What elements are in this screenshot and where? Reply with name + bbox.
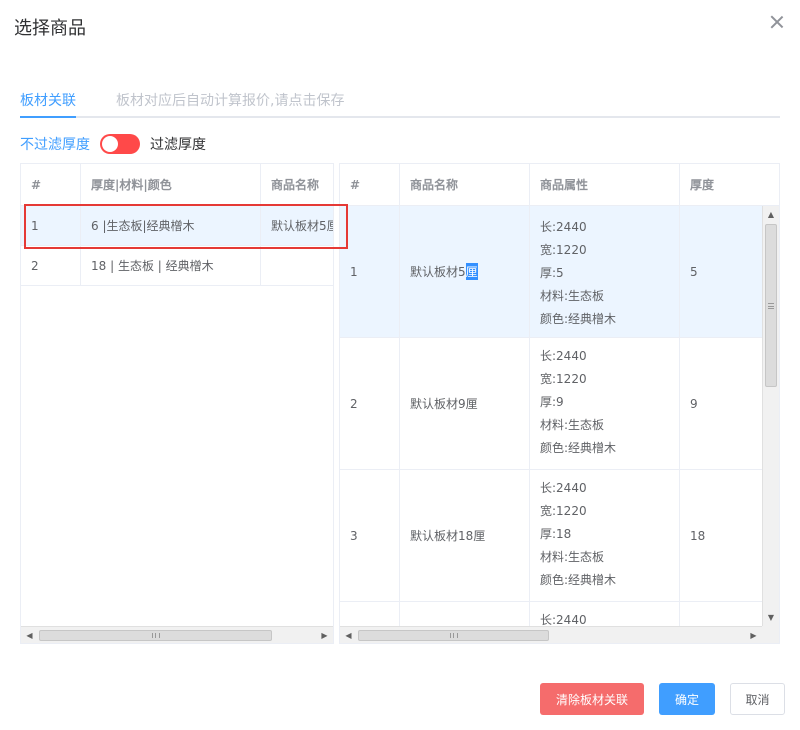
row-product-name xyxy=(261,246,333,285)
active-tab-indicator xyxy=(20,116,76,118)
attr-material: 材料:生态板 xyxy=(540,289,605,303)
text-selection: 厘 xyxy=(465,263,478,280)
header-product-name: 商品名称 xyxy=(261,164,333,205)
attr-thickness: 厚:9 xyxy=(540,395,564,409)
close-icon[interactable] xyxy=(770,15,784,29)
header-spec: 厚度|材料|颜色 xyxy=(81,164,261,205)
scroll-right-icon[interactable]: ▶ xyxy=(316,627,333,643)
row-thickness: 5 xyxy=(680,206,764,337)
scroll-left-icon[interactable]: ◀ xyxy=(21,627,38,643)
row-product-name: 默认板材5厘 xyxy=(261,206,333,245)
row-thickness: 18 xyxy=(680,470,764,601)
row-index: 1 xyxy=(340,206,400,337)
row-product-name: 默认板材18厘 xyxy=(400,470,530,601)
tab-bar: 板材关联 板材对应后自动计算报价,请点击保存 xyxy=(20,88,780,118)
scroll-thumb[interactable] xyxy=(765,224,777,387)
filter-thickness-switch[interactable] xyxy=(100,134,140,154)
header-product-name: 商品名称 xyxy=(400,164,530,205)
tab-board-link[interactable]: 板材关联 xyxy=(20,90,76,110)
table-row[interactable]: 2 默认板材9厘 长:2440 宽:1220 厚:9 材料:生态板 颜色:经典橧… xyxy=(340,338,764,470)
scroll-left-icon[interactable]: ◀ xyxy=(340,627,357,643)
product-table: # 商品名称 商品属性 厚度 1 默认板材5 厘 长:2440 宽:1220 厚:… xyxy=(339,163,780,644)
scroll-thumb[interactable] xyxy=(39,630,272,641)
attr-thickness: 厚:5 xyxy=(540,266,564,280)
horizontal-scrollbar[interactable]: ◀ ▶ xyxy=(340,626,762,643)
attr-width: 宽:1220 xyxy=(540,504,587,518)
attr-length: 长:2440 xyxy=(540,349,587,363)
header-index: # xyxy=(21,164,81,205)
clear-board-link-button[interactable]: 清除板材关联 xyxy=(540,683,644,715)
row-index: 3 xyxy=(340,470,400,601)
header-index: # xyxy=(340,164,400,205)
no-filter-label[interactable]: 不过滤厚度 xyxy=(20,134,90,154)
attr-thickness: 厚:18 xyxy=(540,527,572,541)
row-attributes: 长:2440 宽:1220 厚:5 材料:生态板 颜色:经典橧木 xyxy=(530,206,680,337)
thickness-filter: 不过滤厚度 过滤厚度 xyxy=(20,134,206,154)
cancel-button[interactable]: 取消 xyxy=(730,683,785,715)
attr-color: 颜色:经典橧木 xyxy=(540,312,617,326)
table-header: # 厚度|材料|颜色 商品名称 xyxy=(21,164,333,206)
attr-material: 材料:生态板 xyxy=(540,418,605,432)
select-product-dialog: 选择商品 板材关联 板材对应后自动计算报价,请点击保存 不过滤厚度 过滤厚度 #… xyxy=(0,0,800,730)
filter-label[interactable]: 过滤厚度 xyxy=(150,134,206,154)
row-attributes: 长:2440 宽:1220 厚:9 材料:生态板 颜色:经典橧木 xyxy=(530,338,680,469)
confirm-button[interactable]: 确定 xyxy=(659,683,715,715)
row-product-name: 默认板材9厘 xyxy=(400,338,530,469)
scroll-right-icon[interactable]: ▶ xyxy=(745,627,762,643)
tab-auto-quote-hint[interactable]: 板材对应后自动计算报价,请点击保存 xyxy=(116,90,344,110)
attr-width: 宽:1220 xyxy=(540,243,587,257)
scroll-down-icon[interactable]: ▼ xyxy=(763,609,779,626)
row-index: 2 xyxy=(340,338,400,469)
product-name-text: 默认板材5 xyxy=(410,265,466,279)
vertical-scrollbar[interactable]: ▲ ▼ xyxy=(762,206,779,626)
table-row[interactable]: 1 默认板材5 厘 长:2440 宽:1220 厚:5 材料:生态板 颜色:经典橧… xyxy=(340,206,764,338)
table-row[interactable]: 2 18 | 生态板 | 经典橧木 xyxy=(21,246,333,286)
dialog-title: 选择商品 xyxy=(14,18,86,39)
scroll-up-icon[interactable]: ▲ xyxy=(763,206,779,223)
attr-color: 颜色:经典橧木 xyxy=(540,441,617,455)
attr-width: 宽:1220 xyxy=(540,372,587,386)
header-thickness: 厚度 xyxy=(680,164,779,205)
scrollbar-corner xyxy=(762,626,779,643)
attr-color: 颜色:经典橧木 xyxy=(540,573,617,587)
row-thickness: 9 xyxy=(680,338,764,469)
row-attributes: 长:2440 宽:1220 厚:18 材料:生态板 颜色:经典橧木 xyxy=(530,470,680,601)
row-index: 2 xyxy=(21,246,81,285)
row-index: 1 xyxy=(21,206,81,245)
header-attributes: 商品属性 xyxy=(530,164,680,205)
scroll-thumb[interactable] xyxy=(358,630,549,641)
row-product-name: 默认板材5厘 xyxy=(400,206,530,337)
attr-material: 材料:生态板 xyxy=(540,550,605,564)
board-link-table: # 厚度|材料|颜色 商品名称 1 6 |生态板|经典橧木 默认板材5厘 2 1… xyxy=(20,163,334,644)
row-spec: 18 | 生态板 | 经典橧木 xyxy=(81,246,261,285)
table-row[interactable]: 3 默认板材18厘 长:2440 宽:1220 厚:18 材料:生态板 颜色:经… xyxy=(340,470,764,602)
switch-knob xyxy=(102,136,118,152)
horizontal-scrollbar[interactable]: ◀ ▶ xyxy=(21,626,333,643)
table-header: # 商品名称 商品属性 厚度 xyxy=(340,164,779,206)
table-row[interactable]: 1 6 |生态板|经典橧木 默认板材5厘 xyxy=(21,206,333,246)
attr-length: 长:2440 xyxy=(540,220,587,234)
row-spec: 6 |生态板|经典橧木 xyxy=(81,206,261,245)
attr-length: 长:2440 xyxy=(540,481,587,495)
